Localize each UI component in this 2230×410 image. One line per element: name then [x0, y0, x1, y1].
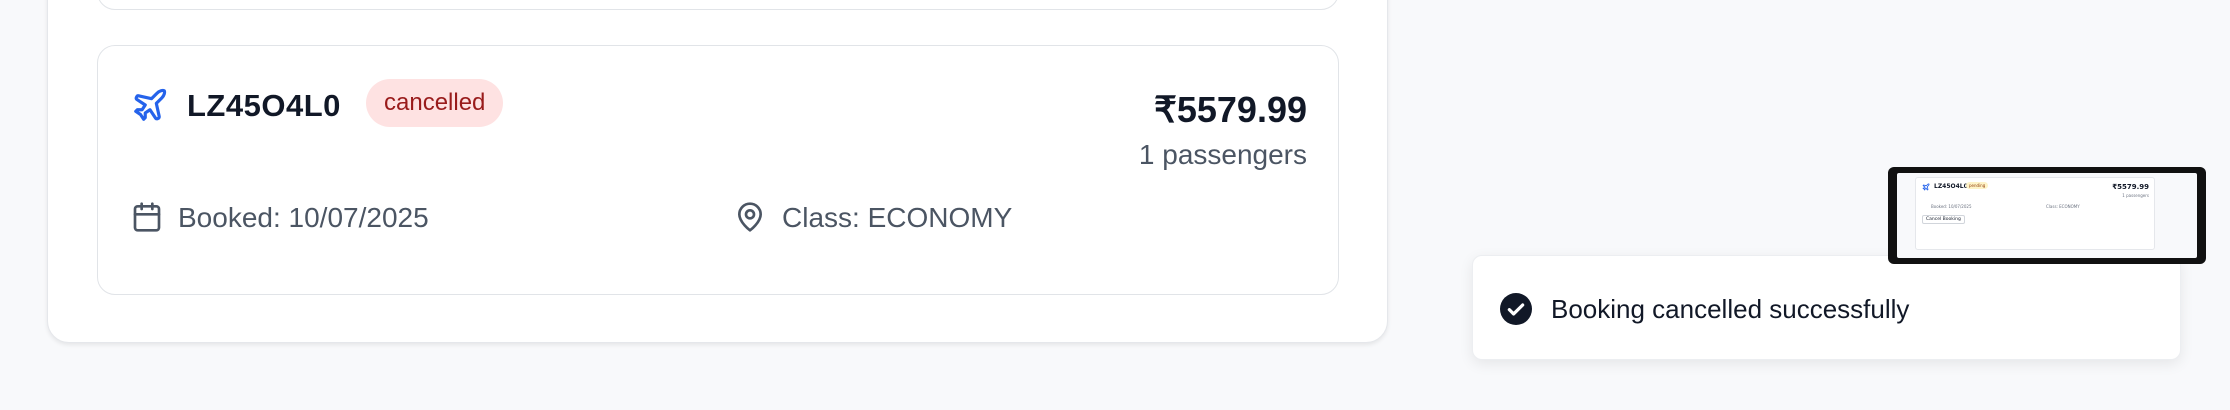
- thumbnail-reference: LZ45O4L0: [1934, 183, 1968, 190]
- thumbnail-price: ₹5579.99: [2112, 183, 2149, 191]
- thumbnail-viewport: LZ45O4L0 pending ₹5579.99 1 passengers B…: [1897, 173, 2197, 258]
- screenshot-thumbnail[interactable]: LZ45O4L0 pending ₹5579.99 1 passengers B…: [1888, 167, 2206, 264]
- thumbnail-travel-class: Class: ECONOMY: [2046, 204, 2080, 209]
- toast-message: Booking cancelled successfully: [1551, 294, 1910, 324]
- travel-class: Class: ECONOMY: [782, 202, 1013, 233]
- check-circle-icon: [1500, 293, 1532, 325]
- booking-price: ₹5579.99: [1153, 89, 1307, 130]
- booking-reference: LZ45O4L0: [187, 88, 341, 123]
- plane-icon: [134, 88, 167, 121]
- previous-booking-card[interactable]: [97, 0, 1339, 10]
- booked-date: Booked: 10/07/2025: [178, 202, 429, 233]
- success-toast: Booking cancelled successfully: [1472, 255, 2181, 360]
- map-pin-icon: [738, 202, 762, 232]
- thumbnail-cancel-button: Cancel Booking: [1922, 215, 1965, 224]
- calendar-icon: [133, 202, 161, 232]
- thumbnail-passengers: 1 passengers: [2122, 193, 2149, 198]
- thumbnail-plane-icon: [1922, 183, 1930, 191]
- passenger-count: 1 passengers: [1138, 139, 1307, 170]
- thumbnail-status-badge: pending: [1966, 182, 1989, 189]
- thumbnail-booked-date: Booked: 10/07/2025: [1931, 204, 1972, 209]
- status-badge: cancelled: [366, 79, 504, 127]
- booking-card[interactable]: LZ45O4L0 cancelled ₹5579.99 1 passengers…: [97, 45, 1339, 295]
- thumbnail-booking-card: LZ45O4L0 pending ₹5579.99 1 passengers B…: [1915, 177, 2155, 250]
